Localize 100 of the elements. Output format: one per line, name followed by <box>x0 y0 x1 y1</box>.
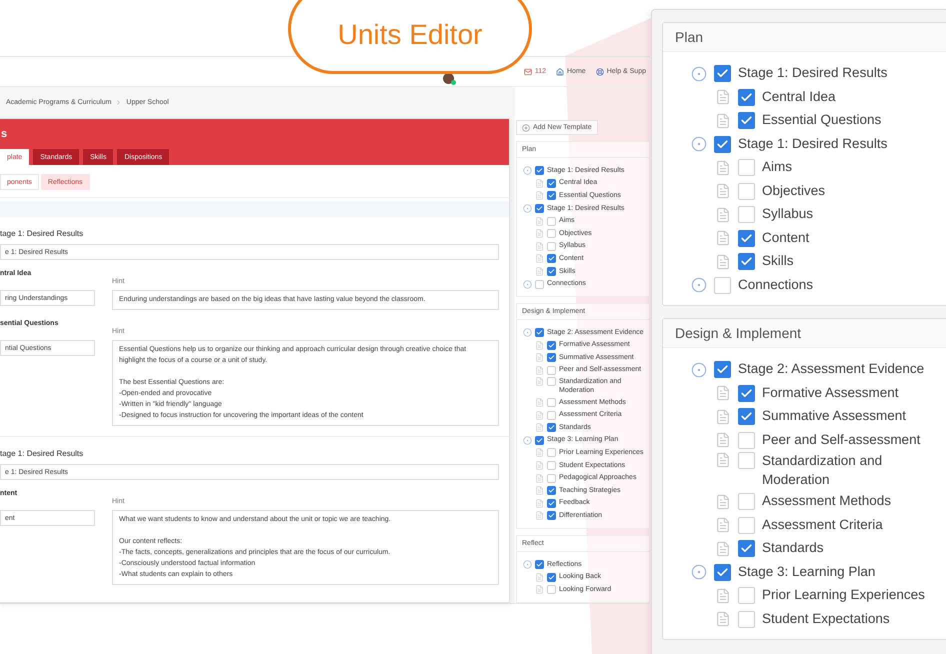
document-icon <box>715 183 731 200</box>
checkbox[interactable] <box>714 136 731 153</box>
check-icon <box>740 232 753 245</box>
plus-icon <box>522 124 530 132</box>
checkbox[interactable] <box>547 498 556 508</box>
document-icon <box>535 585 544 594</box>
check-icon <box>740 90 753 104</box>
checkbox[interactable] <box>738 88 755 106</box>
document-icon <box>535 254 544 264</box>
item-label: Content <box>762 228 810 247</box>
checkbox[interactable] <box>714 361 731 378</box>
document-icon <box>535 242 544 251</box>
checkbox[interactable] <box>547 511 556 520</box>
document-icon <box>535 474 544 483</box>
document-icon <box>715 517 731 534</box>
check-icon <box>716 566 729 579</box>
page-title: s <box>0 128 8 140</box>
checkbox[interactable] <box>547 572 556 582</box>
document-icon <box>715 540 731 557</box>
item-label: Prior Learning Experiences <box>762 586 925 604</box>
document-icon <box>535 376 544 386</box>
document-icon <box>715 432 731 448</box>
document-icon <box>715 452 731 468</box>
item-label: Assessment Criteria <box>762 516 883 534</box>
checkbox[interactable] <box>738 540 755 558</box>
check-icon <box>716 138 729 151</box>
checkbox[interactable] <box>535 560 544 570</box>
item-label: Stage 2: Assessment Evidence <box>738 360 924 378</box>
section-heading: tage 1: Desired Results <box>0 229 84 238</box>
checkbox[interactable] <box>535 204 544 213</box>
item-label: Standardization and Moderation <box>762 452 882 489</box>
checkbox[interactable] <box>738 112 755 130</box>
document-icon <box>715 408 731 425</box>
help-icon <box>596 68 604 76</box>
item-label: Assessment Methods <box>762 492 892 510</box>
document-icon <box>535 353 544 362</box>
circle-icon <box>691 362 707 378</box>
item-label: Peer and Self-assessment <box>762 430 920 449</box>
item-label: Student Expectations <box>762 610 890 628</box>
checkbox[interactable] <box>547 266 556 276</box>
item-label: Aims <box>762 158 792 176</box>
checkbox[interactable] <box>714 564 731 581</box>
checkbox[interactable] <box>535 328 544 338</box>
document-icon <box>535 410 544 420</box>
section-title: Plan <box>663 23 946 52</box>
circle-icon <box>523 280 532 289</box>
document-icon <box>535 498 544 508</box>
item-label: Stage 1: Desired Results <box>738 64 888 82</box>
checkbox[interactable] <box>535 166 544 176</box>
checkbox[interactable] <box>738 408 755 426</box>
checkbox[interactable] <box>547 353 556 362</box>
checkbox[interactable] <box>714 65 731 82</box>
document-icon <box>535 448 544 458</box>
document-icon <box>535 266 544 276</box>
checkbox[interactable] <box>547 178 556 188</box>
item-label: Standards <box>762 539 824 558</box>
checkbox[interactable] <box>547 423 556 432</box>
document-icon <box>535 461 544 470</box>
checkbox[interactable] <box>547 486 556 496</box>
item-label: Connections <box>738 276 814 294</box>
section-title: Design & Implement <box>663 319 946 348</box>
circle-icon <box>523 560 532 570</box>
document-icon <box>715 611 731 628</box>
circle-icon <box>691 136 707 152</box>
checkbox[interactable] <box>738 253 755 270</box>
circle-icon <box>523 436 532 445</box>
item-label: Formative Assessment <box>762 384 899 402</box>
document-icon <box>535 366 544 375</box>
mail-icon <box>524 68 532 76</box>
checkbox[interactable] <box>738 384 755 402</box>
item-label: Central Idea <box>762 88 836 106</box>
document-icon <box>715 494 731 510</box>
document-icon <box>535 486 544 496</box>
callout-label: Units Editor <box>288 0 532 74</box>
document-icon <box>535 229 544 238</box>
checkbox[interactable] <box>547 340 556 350</box>
circle-icon <box>523 204 532 213</box>
chevron-icon <box>115 99 122 106</box>
circle-icon <box>691 564 707 580</box>
item-label: Summative Assessment <box>762 407 906 426</box>
circle-icon <box>691 277 707 294</box>
document-icon <box>715 254 731 270</box>
document-icon <box>535 178 544 188</box>
avatar[interactable] <box>442 73 454 84</box>
document-icon <box>535 423 544 432</box>
checkbox[interactable] <box>535 436 544 445</box>
circle-icon <box>523 166 532 176</box>
document-icon <box>715 588 731 604</box>
document-icon <box>535 511 544 520</box>
circle-icon <box>691 66 707 82</box>
document-icon <box>535 216 544 226</box>
home-icon <box>556 68 564 76</box>
checkbox[interactable] <box>738 230 755 247</box>
document-icon <box>535 340 544 350</box>
document-icon <box>715 230 731 246</box>
item-label: Skills <box>762 252 794 270</box>
document-icon <box>715 206 731 223</box>
checkbox[interactable] <box>547 191 556 200</box>
document-icon <box>715 112 731 129</box>
checkbox[interactable] <box>547 254 556 264</box>
